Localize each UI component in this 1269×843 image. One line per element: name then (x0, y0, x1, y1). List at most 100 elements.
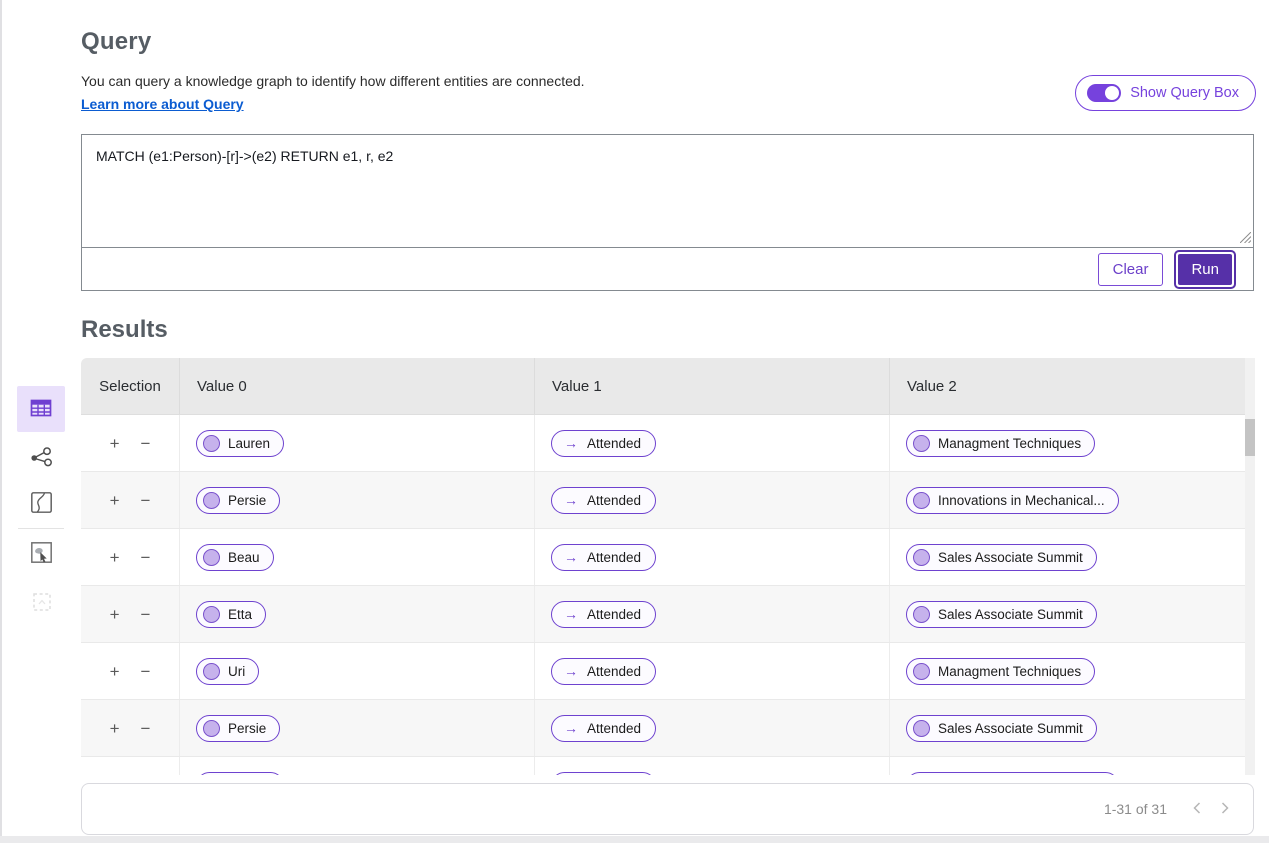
relationship-pill-label: Attended (587, 492, 642, 508)
node-circle-icon (203, 491, 220, 509)
map-view-button[interactable] (28, 490, 55, 517)
node-circle-icon (203, 662, 220, 680)
minus-icon[interactable]: − (141, 549, 151, 566)
table-row: + − Uri → Attended Managment Techniques (81, 643, 1255, 700)
entity-pill[interactable]: Persie (196, 486, 281, 514)
column-header-value1: Value 1 (535, 358, 890, 414)
minus-icon[interactable]: − (141, 663, 151, 680)
arrow-right-icon: → (564, 492, 578, 508)
relationship-pill[interactable]: → Attended (551, 657, 657, 685)
value2-cell: Managment Techniques (890, 643, 1255, 699)
node-circle-icon (913, 434, 930, 452)
relationship-pill[interactable]: → Attended (551, 771, 657, 775)
node-circle-icon (913, 548, 930, 566)
next-page-button[interactable] (1211, 795, 1239, 823)
column-header-selection: Selection (81, 358, 180, 414)
table-row: + − Etta → Attended Sales Associate Summ… (81, 586, 1255, 643)
entity-pill[interactable]: Sales Associate Summit (906, 543, 1097, 571)
value1-cell: → Attended (535, 586, 890, 642)
page-background-strip (0, 836, 1269, 843)
graph-explorer-page: { "colors": { "accent_purple": "#7642dd"… (0, 0, 1269, 843)
graph-view-button[interactable] (27, 445, 55, 473)
plus-icon[interactable]: + (110, 492, 120, 509)
entity-pill[interactable]: Managment Techniques (906, 429, 1096, 457)
entity-pill[interactable]: Lauren (196, 429, 285, 457)
relationship-pill[interactable]: → Attended (551, 429, 657, 457)
entity-pill-label: Sales Associate Summit (938, 549, 1083, 565)
pagination-bar: 1-31 of 31 (81, 783, 1254, 835)
clear-button[interactable]: Clear (1097, 252, 1164, 286)
query-textarea[interactable]: MATCH (e1:Person)-[r]->(e2) RETURN e1, r… (82, 135, 1253, 247)
dashed-square-icon (32, 592, 52, 615)
arrow-right-icon: → (564, 435, 578, 451)
node-circle-icon (203, 434, 220, 452)
table-view-button[interactable] (17, 386, 65, 432)
entity-pill-label: Sales Associate Summit (938, 720, 1083, 736)
value1-cell: → Attended (535, 643, 890, 699)
entity-pill[interactable]: Lauren (196, 771, 285, 775)
relationship-pill[interactable]: → Attended (551, 486, 657, 514)
node-circle-icon (913, 605, 930, 623)
value0-cell: Persie (180, 700, 535, 756)
resize-handle-icon[interactable] (1239, 230, 1252, 248)
plus-icon[interactable]: + (110, 663, 120, 680)
scrollbar-track[interactable] (1245, 358, 1255, 775)
table-header-row: Selection Value 0 Value 1 Value 2 (81, 358, 1255, 415)
node-circle-icon (203, 719, 220, 737)
entity-pill[interactable]: Uri (196, 657, 260, 685)
value0-cell: Lauren (180, 415, 535, 471)
entity-pill[interactable]: Etta (196, 600, 267, 628)
entity-pill-label: Sales Associate Summit (938, 606, 1083, 622)
run-button[interactable]: Run (1178, 253, 1232, 285)
arrow-right-icon: → (564, 549, 578, 565)
entity-pill-label: Managment Techniques (938, 663, 1082, 679)
scrollbar-thumb[interactable] (1245, 419, 1255, 456)
minus-icon[interactable]: − (141, 492, 151, 509)
entity-pill[interactable]: Innovations in Mechanical... (906, 486, 1119, 514)
table-body: + − Lauren → Attended Managment Techniqu… (81, 415, 1255, 775)
rail-divider (18, 528, 64, 529)
relationship-pill[interactable]: → Attended (551, 543, 657, 571)
relationship-pill[interactable]: → Attended (551, 600, 657, 628)
graph-network-icon (28, 444, 55, 474)
plus-icon[interactable]: + (110, 549, 120, 566)
show-query-box-toggle[interactable]: Show Query Box (1075, 75, 1256, 111)
entity-pill[interactable]: Innovations in Mechanical... (906, 771, 1119, 775)
entity-pill-label: Managment Techniques (938, 435, 1082, 451)
entity-pill[interactable]: Sales Associate Summit (906, 714, 1097, 742)
plus-icon[interactable]: + (110, 720, 120, 737)
plus-icon[interactable]: + (110, 435, 120, 452)
arrow-right-icon: → (564, 663, 578, 679)
relationship-pill[interactable]: → Attended (551, 714, 657, 742)
minus-icon[interactable]: − (141, 435, 151, 452)
value2-cell: Sales Associate Summit (890, 586, 1255, 642)
entity-pill[interactable]: Managment Techniques (906, 657, 1096, 685)
learn-more-link[interactable]: Learn more about Query (81, 96, 244, 112)
entity-pill[interactable]: Beau (196, 543, 274, 571)
column-header-value2: Value 2 (907, 377, 957, 395)
selection-cell: + − (81, 415, 180, 471)
value0-cell: Persie (180, 472, 535, 528)
pagination-count: 1-31 of 31 (1103, 801, 1167, 817)
node-circle-icon (913, 491, 930, 509)
minus-icon[interactable]: − (141, 606, 151, 623)
previous-page-button[interactable] (1183, 795, 1211, 823)
chevron-left-icon (1193, 801, 1201, 817)
entity-pill[interactable]: Persie (196, 714, 281, 742)
value1-cell: → Attended (535, 529, 890, 585)
node-circle-icon (913, 719, 930, 737)
node-circle-icon (913, 662, 930, 680)
table-row: + − Lauren → Attended Innovations in Mec… (81, 757, 1255, 775)
entity-pill[interactable]: Sales Associate Summit (906, 600, 1097, 628)
select-region-view-button[interactable] (28, 540, 55, 567)
entity-pill-label: Etta (228, 606, 253, 622)
toggle-switch-icon (1087, 84, 1122, 102)
node-circle-icon (203, 605, 220, 623)
table-icon (30, 397, 52, 422)
value2-cell: Innovations in Mechanical... (890, 757, 1255, 775)
node-circle-icon (203, 548, 220, 566)
query-editor-panel: MATCH (e1:Person)-[r]->(e2) RETURN e1, r… (81, 134, 1254, 291)
disabled-view-button (31, 592, 53, 614)
minus-icon[interactable]: − (141, 720, 151, 737)
plus-icon[interactable]: + (110, 606, 120, 623)
